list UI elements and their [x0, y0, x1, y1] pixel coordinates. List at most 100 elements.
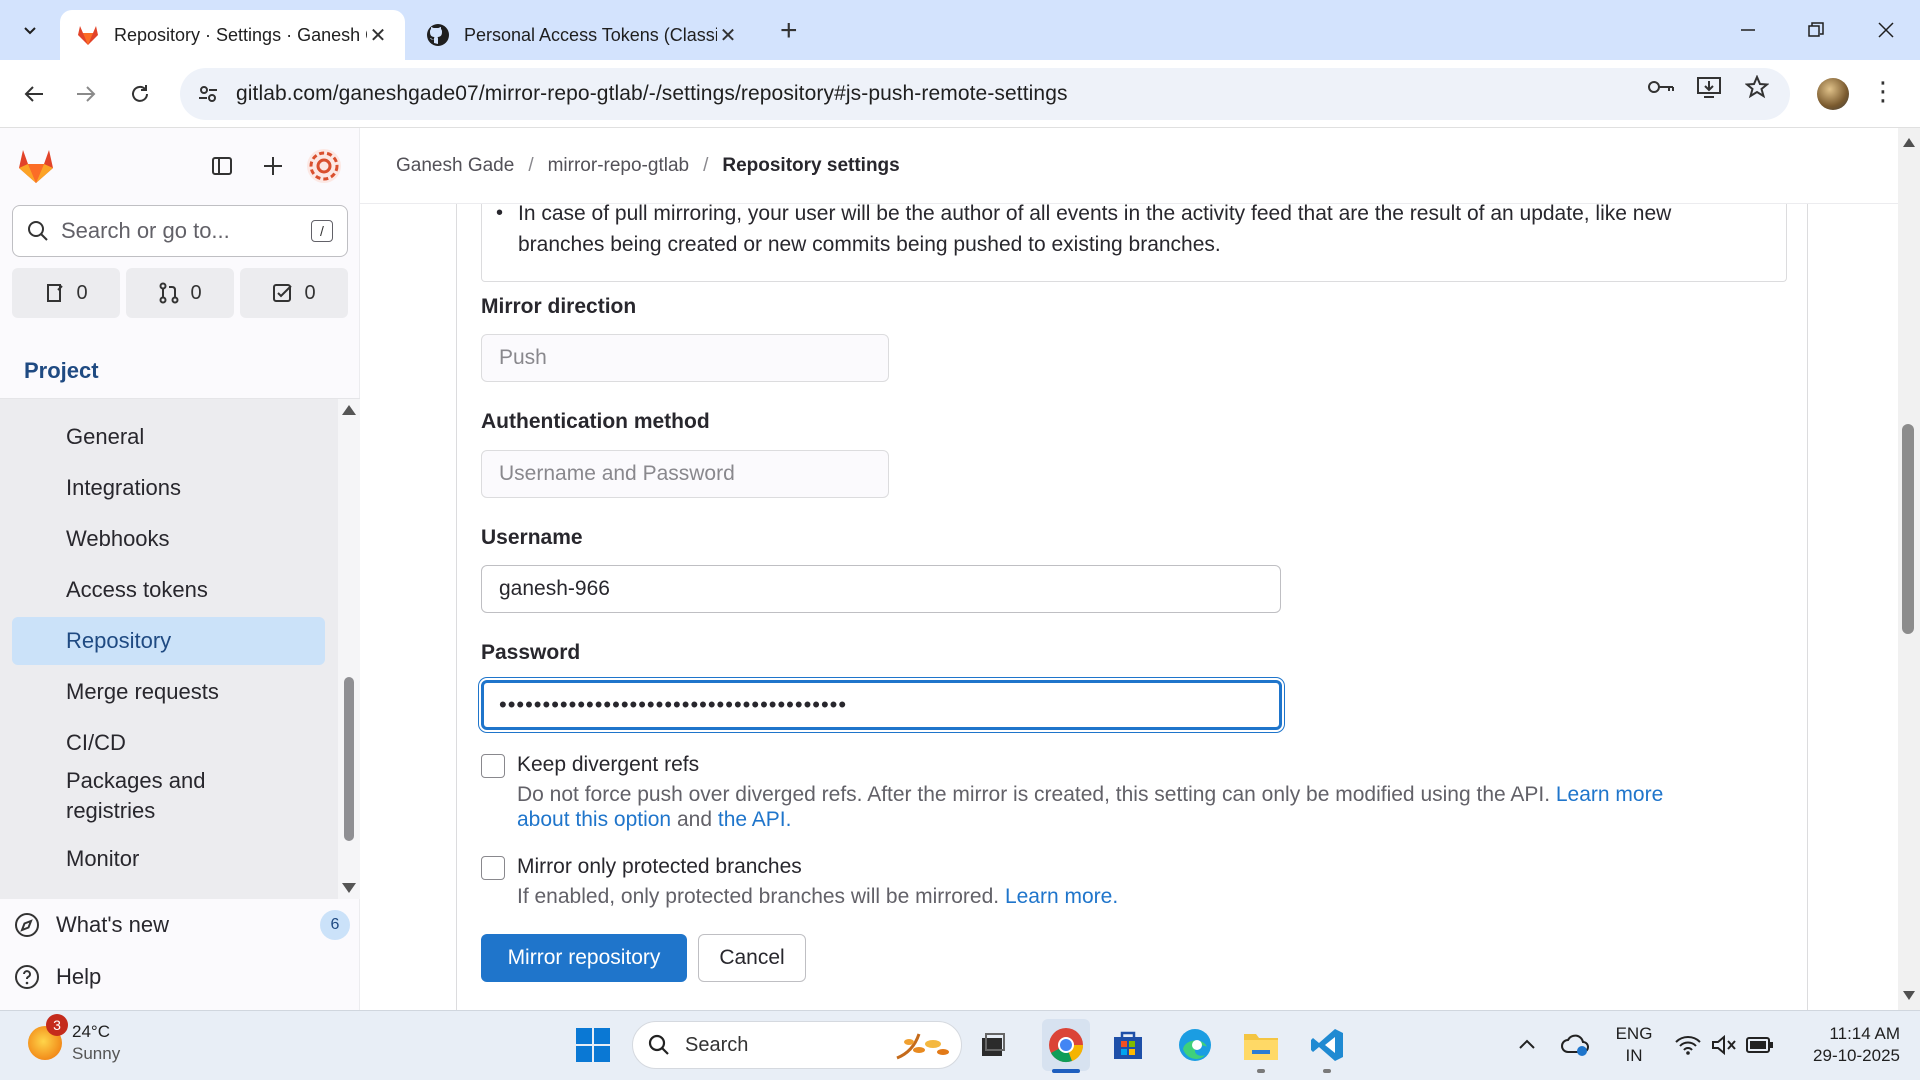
windows-taskbar: 3 24°C Sunny Search ENG IN 11:14 AM 29-1…	[0, 1010, 1920, 1080]
gitlab-logo-icon[interactable]	[16, 146, 56, 184]
compass-icon	[15, 913, 39, 937]
forward-icon[interactable]	[66, 74, 106, 114]
keep-divergent-help: Do not force push over diverged refs. Af…	[517, 782, 1817, 832]
browser-menu-icon[interactable]: ⋮	[1870, 76, 1896, 107]
page-scroll-thumb[interactable]	[1902, 424, 1914, 634]
install-app-icon[interactable]	[1694, 72, 1724, 102]
vscode-icon[interactable]	[1307, 1025, 1347, 1065]
reload-arrow	[132, 85, 148, 102]
install-glyph	[1697, 77, 1721, 98]
profile-avatar[interactable]	[1817, 78, 1849, 110]
password-key-icon[interactable]	[1646, 72, 1676, 102]
folder-glyph	[1244, 1034, 1278, 1060]
sidebar-item-general[interactable]: General	[12, 413, 325, 461]
password-field[interactable]: ••••••••••••••••••••••••••••••••••••••••	[481, 680, 1282, 730]
page-scroll-up-icon[interactable]	[1903, 138, 1915, 147]
clock-time: 11:14 AM	[1829, 1024, 1900, 1043]
close-window-icon[interactable]	[1866, 12, 1906, 48]
cloud-sync-icon[interactable]	[1555, 1025, 1595, 1065]
volume-muted-icon[interactable]	[1704, 1025, 1744, 1065]
edge-browser-icon[interactable]	[1175, 1025, 1215, 1065]
keep-divergent-label[interactable]: Keep divergent refs	[517, 753, 699, 777]
sidebar-item-access-tokens[interactable]: Access tokens	[12, 566, 325, 614]
mirror-repository-button[interactable]: Mirror repository	[481, 934, 687, 982]
new-tab-plus-icon[interactable]: +	[780, 14, 798, 48]
tab-personal-access-tokens[interactable]: Personal Access Tokens (Classic ✕	[410, 10, 755, 60]
reload-icon[interactable]	[120, 74, 160, 114]
wifi-icon[interactable]	[1668, 1025, 1708, 1065]
address-bar[interactable]: gitlab.com/ganeshgade07/mirror-repo-gtla…	[180, 68, 1790, 120]
username-field[interactable]: ganesh-966	[481, 565, 1281, 613]
keep-divergent-checkbox[interactable]	[481, 754, 505, 778]
learn-more-link[interactable]: Learn more.	[1005, 885, 1118, 908]
sidebar-item-label: Access tokens	[66, 577, 208, 602]
file-explorer-icon[interactable]	[1241, 1025, 1281, 1065]
protected-branches-checkbox[interactable]	[481, 856, 505, 880]
scroll-up-arrow-icon[interactable]	[342, 405, 356, 415]
page-scroll-down-icon[interactable]	[1903, 991, 1915, 1000]
sidebar-item-repository[interactable]: Repository	[12, 617, 325, 665]
password-value: ••••••••••••••••••••••••••••••••••••••••	[499, 692, 848, 717]
sidebar-item-packages-registries[interactable]: Packages and registries	[12, 764, 252, 828]
gitlab-sidebar: Search or go to... / 0 0 0 Project Gener…	[0, 128, 360, 1010]
help-item[interactable]: Help	[14, 964, 101, 990]
whats-new-item[interactable]: What's new 6	[14, 910, 350, 940]
tab-search-button[interactable]	[10, 12, 50, 48]
site-info-icon[interactable]	[180, 83, 236, 105]
tab-gitlab-repository-settings[interactable]: Repository · Settings · Ganesh G ✕	[60, 10, 405, 60]
task-view-icon[interactable]	[973, 1025, 1013, 1065]
merge-requests-counter[interactable]: 0	[126, 268, 234, 318]
sidebar-scroll-thumb[interactable]	[344, 677, 354, 841]
learn-more-link[interactable]: Learn more	[1556, 783, 1663, 806]
todos-counter[interactable]: 0	[240, 268, 348, 318]
breadcrumb-item-user[interactable]: Ganesh Gade	[396, 155, 514, 177]
sidebar-item-integrations[interactable]: Integrations	[12, 464, 325, 512]
about-this-option-link[interactable]: about this option	[517, 808, 671, 831]
the-api-link[interactable]: the API.	[718, 808, 792, 831]
start-glyph	[576, 1028, 610, 1062]
help-label: Help	[56, 964, 102, 989]
browser-tab-strip: Repository · Settings · Ganesh G ✕ Perso…	[0, 0, 1920, 60]
sidebar-item-merge-requests[interactable]: Merge requests	[12, 668, 325, 716]
microsoft-store-icon[interactable]	[1108, 1025, 1148, 1065]
back-icon[interactable]	[14, 74, 54, 114]
gitlab-favicon-icon	[78, 26, 98, 45]
weather-temp: 24°C	[72, 1022, 110, 1041]
cancel-button[interactable]: Cancel	[698, 934, 806, 982]
show-hidden-icons-chevron-icon[interactable]	[1507, 1025, 1547, 1065]
mirror-direction-select[interactable]: Push	[481, 334, 889, 382]
weather-widget[interactable]: 3 24°C Sunny	[28, 1014, 120, 1065]
protected-branches-label[interactable]: Mirror only protected branches	[517, 855, 802, 879]
windows-start-icon[interactable]	[573, 1025, 613, 1065]
toggle-sidebar-icon[interactable]	[204, 148, 240, 184]
issues-icon	[47, 284, 64, 302]
restore-glyph	[1808, 22, 1824, 37]
clock[interactable]: 11:14 AM 29-10-2025	[1790, 1023, 1900, 1067]
and-text: and	[676, 808, 713, 831]
tab-close-icon[interactable]: ✕	[367, 23, 389, 48]
language-indicator[interactable]: ENG IN	[1612, 1023, 1656, 1067]
sidebar-item-webhooks[interactable]: Webhooks	[12, 515, 325, 563]
task-view-glyph	[982, 1033, 1005, 1056]
auth-method-select[interactable]: Username and Password	[481, 450, 889, 498]
chrome-taskbar-icon[interactable]	[1042, 1019, 1090, 1071]
restore-icon[interactable]	[1796, 12, 1836, 48]
scroll-down-arrow-icon[interactable]	[342, 883, 356, 893]
create-new-plus-icon[interactable]	[255, 148, 291, 184]
breadcrumb-current[interactable]: Repository settings	[722, 155, 899, 177]
sidebar-item-monitor[interactable]: Monitor	[12, 835, 325, 883]
tab-close-icon[interactable]: ✕	[717, 23, 739, 48]
taskbar-search-placeholder: Search	[685, 1033, 749, 1056]
page-scrollbar[interactable]	[1898, 128, 1920, 1010]
sidebar-scrollbar[interactable]	[338, 399, 360, 899]
taskbar-search-box[interactable]: Search	[632, 1021, 962, 1069]
minimize-icon[interactable]	[1728, 12, 1768, 48]
battery-icon[interactable]	[1740, 1025, 1780, 1065]
sidebar-item-ci-cd[interactable]: CI/CD	[12, 719, 325, 767]
bookmark-star-icon[interactable]	[1742, 72, 1772, 102]
breadcrumb-item-project[interactable]: mirror-repo-gtlab	[548, 155, 689, 177]
issues-counter[interactable]: 0	[12, 268, 120, 318]
minimize-glyph	[1741, 29, 1755, 31]
user-avatar[interactable]	[305, 147, 343, 185]
sidebar-search-input[interactable]: Search or go to... /	[12, 205, 348, 257]
